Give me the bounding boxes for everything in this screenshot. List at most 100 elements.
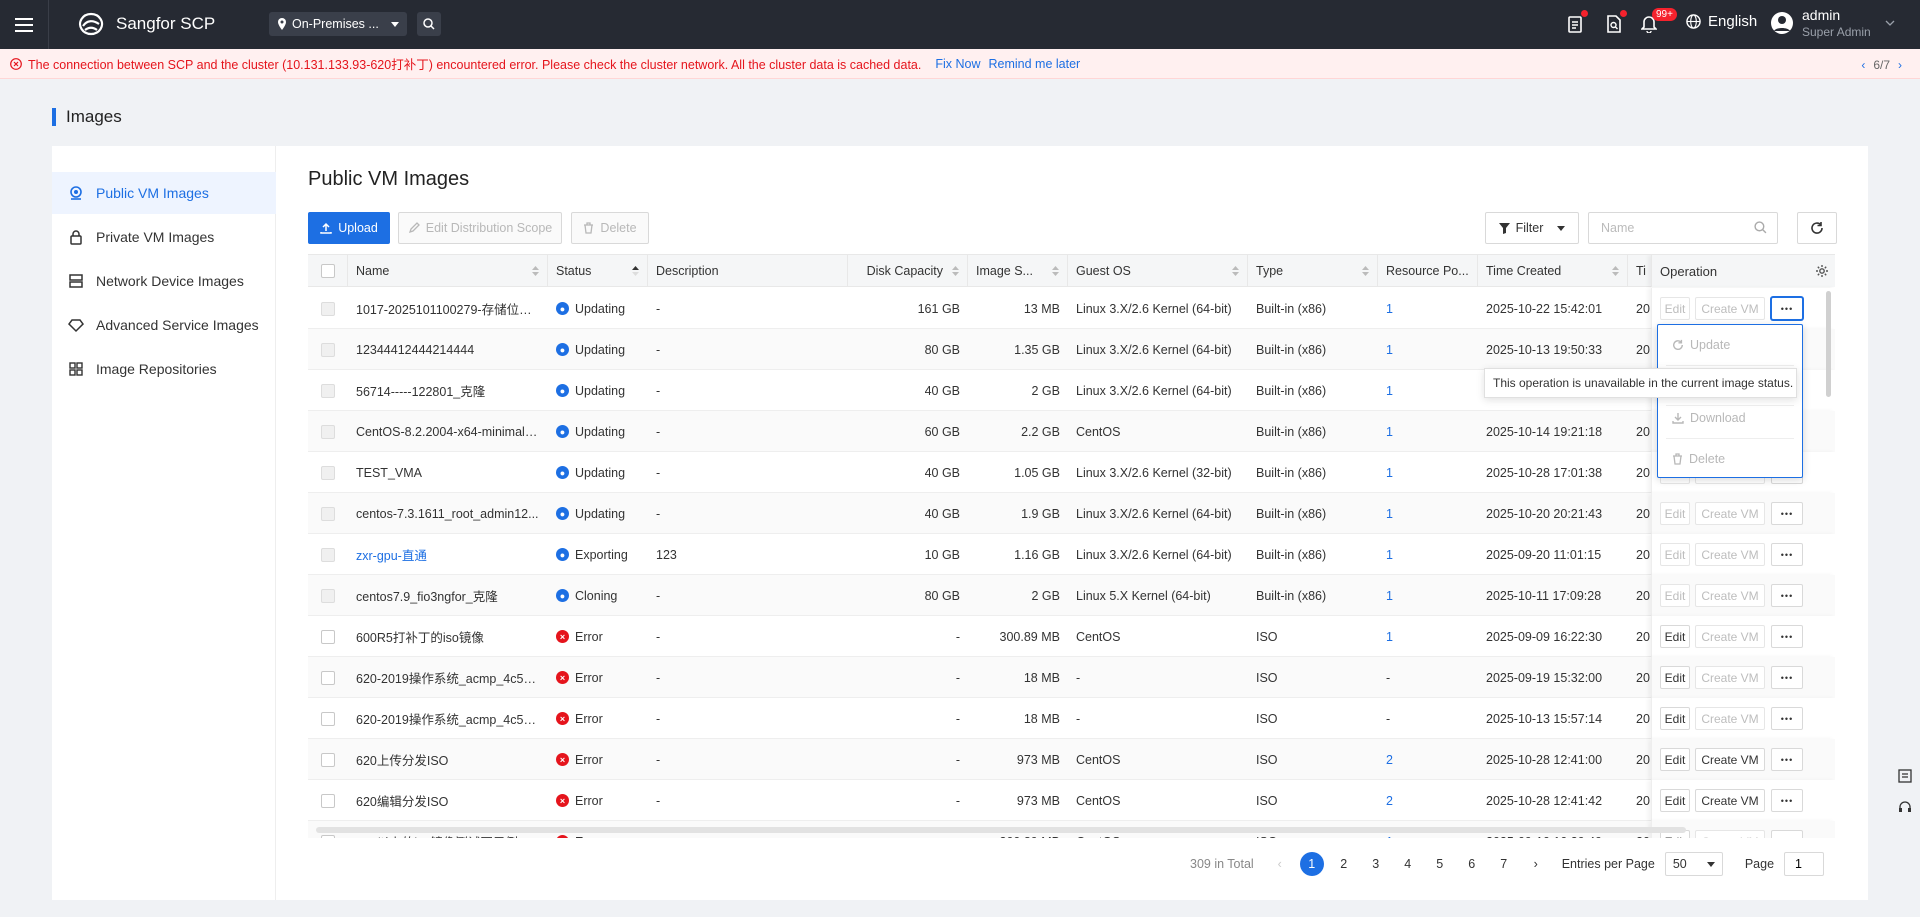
column-settings-gear-icon[interactable]	[1815, 264, 1829, 278]
column-header-time-created[interactable]: Time Created	[1478, 255, 1628, 287]
resource-pool-link[interactable]: 1	[1386, 384, 1393, 398]
language-selector[interactable]: English	[1686, 13, 1757, 30]
row-checkbox[interactable]	[321, 588, 335, 603]
name-search-input[interactable]	[1588, 212, 1778, 244]
edit-button[interactable]: Edit	[1660, 297, 1690, 320]
table-row[interactable]: TEST_VMA ● Updating - 40 GB 1.05 GB Linux 3.X/…	[308, 452, 1835, 493]
row-checkbox[interactable]	[321, 342, 335, 357]
create-vm-button[interactable]: Create VM	[1695, 502, 1765, 525]
table-row[interactable]: 600R5打补丁的iso镜像 × Error - - 300.89 MB CentOS ISO…	[308, 616, 1835, 657]
edit-distribution-scope-button[interactable]: Edit Distribution Scope	[398, 212, 562, 244]
table-row[interactable]: 620-2019操作系统_acmp_4c51... × Error - - 18 MB - I…	[308, 657, 1835, 698]
table-row[interactable]: 620上传分发ISO × Error - - 973 MB CentOS ISO 2 2025-1…	[308, 739, 1835, 780]
create-vm-button[interactable]: Create VM	[1695, 666, 1765, 689]
prev-page-icon[interactable]: ‹	[1268, 852, 1292, 876]
resource-pool-link[interactable]: 1	[1386, 302, 1393, 316]
more-actions-button[interactable]: •••	[1771, 543, 1803, 566]
upload-button[interactable]: Upload	[308, 212, 390, 244]
column-header-name[interactable]: Name	[348, 255, 548, 287]
resource-pool-link[interactable]: 1	[1386, 466, 1393, 480]
create-vm-button[interactable]: Create VM	[1695, 748, 1765, 771]
user-menu[interactable]: admin Super Admin	[1770, 6, 1895, 40]
page-jump-input[interactable]	[1784, 852, 1825, 876]
resource-pool-link[interactable]: 2	[1386, 753, 1393, 767]
row-checkbox[interactable]	[321, 301, 335, 316]
task-list-button[interactable]	[1564, 10, 1588, 35]
more-actions-button[interactable]: •••	[1771, 666, 1803, 689]
resource-pool-link[interactable]: 1	[1386, 425, 1393, 439]
table-row[interactable]: 620编辑分发ISO × Error - - 973 MB CentOS ISO 2 2025-1…	[308, 780, 1835, 821]
resource-pool-link[interactable]: 1	[1386, 589, 1393, 603]
resource-pool-link[interactable]: 1	[1386, 548, 1393, 562]
page-5[interactable]: 5	[1428, 852, 1452, 876]
more-actions-button[interactable]: •••	[1771, 789, 1803, 812]
column-header-image-size[interactable]: Image S...	[968, 255, 1068, 287]
sidebar-item-image-repositories[interactable]: Image Repositories	[52, 348, 276, 390]
refresh-button[interactable]	[1797, 212, 1837, 244]
notifications-button[interactable]: 99+	[1638, 8, 1677, 35]
edit-button[interactable]: Edit	[1660, 502, 1690, 525]
horizontal-scrollbar[interactable]	[316, 827, 1686, 833]
next-page-icon[interactable]: ›	[1524, 852, 1548, 876]
hamburger-menu-icon[interactable]	[0, 0, 49, 49]
row-checkbox[interactable]	[321, 465, 335, 480]
table-row[interactable]: CentOS-8.2.2004-x64-minimal_... ● Updating…	[308, 411, 1835, 452]
page-2[interactable]: 2	[1332, 852, 1356, 876]
row-checkbox[interactable]	[321, 383, 335, 398]
resource-pool-link[interactable]: 2	[1386, 794, 1393, 808]
row-checkbox[interactable]	[321, 506, 335, 521]
fix-now-link[interactable]: Fix Now	[935, 57, 980, 71]
create-vm-button[interactable]: Create VM	[1695, 543, 1765, 566]
resource-pool-link[interactable]: 1	[1386, 835, 1393, 839]
banner-prev-icon[interactable]: ‹	[1861, 58, 1865, 72]
delete-button[interactable]: Delete	[571, 212, 649, 244]
sidebar-item-public-vm-images[interactable]: Public VM Images	[52, 172, 276, 214]
more-actions-button[interactable]: •••	[1771, 830, 1803, 838]
row-checkbox[interactable]	[321, 752, 335, 767]
sidebar-item-network-device-images[interactable]: Network Device Images	[52, 260, 276, 302]
row-checkbox[interactable]	[321, 670, 335, 685]
more-actions-button[interactable]: •••	[1771, 625, 1803, 648]
entries-per-page-select[interactable]: 50	[1664, 852, 1723, 876]
filter-button[interactable]: Filter	[1485, 212, 1579, 244]
page-7[interactable]: 7	[1492, 852, 1516, 876]
column-header-status[interactable]: Status	[548, 255, 648, 287]
row-checkbox[interactable]	[321, 629, 335, 644]
page-6[interactable]: 6	[1460, 852, 1484, 876]
page-4[interactable]: 4	[1396, 852, 1420, 876]
more-actions-button[interactable]: •••	[1771, 584, 1803, 607]
sidebar-item-private-vm-images[interactable]: Private VM Images	[52, 216, 276, 258]
select-all-checkbox[interactable]	[320, 264, 335, 278]
row-checkbox[interactable]	[321, 711, 335, 726]
delete-menu-item[interactable]: Delete	[1666, 439, 1794, 479]
create-vm-button[interactable]: Create VM	[1695, 584, 1765, 607]
download-menu-item[interactable]: Download	[1666, 398, 1794, 438]
global-search-button[interactable]	[417, 12, 441, 36]
column-header-guest-os[interactable]: Guest OS	[1068, 255, 1248, 287]
edit-button[interactable]: Edit	[1660, 789, 1690, 812]
column-header-type[interactable]: Type	[1248, 255, 1378, 287]
row-checkbox[interactable]	[321, 834, 335, 838]
page-1[interactable]: 1	[1299, 852, 1324, 876]
edit-button[interactable]: Edit	[1660, 707, 1690, 730]
resource-pool-link[interactable]: 1	[1386, 630, 1393, 644]
banner-next-icon[interactable]: ›	[1898, 58, 1902, 72]
row-checkbox[interactable]	[321, 547, 335, 562]
create-vm-button[interactable]: Create VM	[1695, 707, 1765, 730]
page-3[interactable]: 3	[1364, 852, 1388, 876]
create-vm-button[interactable]: Create VM	[1695, 297, 1765, 320]
more-actions-button[interactable]: •••	[1771, 707, 1803, 730]
table-row[interactable]: centos-7.3.1611_root_admin12... ● Updating…	[308, 493, 1835, 534]
edit-button[interactable]: Edit	[1660, 625, 1690, 648]
document-list-icon[interactable]	[1894, 765, 1916, 787]
more-actions-button[interactable]: •••	[1771, 502, 1803, 525]
edit-button[interactable]: Edit	[1660, 584, 1690, 607]
resource-pool-link[interactable]: 1	[1386, 343, 1393, 357]
customer-support-icon[interactable]	[1894, 797, 1916, 819]
table-row[interactable]: 12344412444214444 ● Updating - 80 GB 1.35 GB L…	[308, 329, 1835, 370]
edit-button[interactable]: Edit	[1660, 666, 1690, 689]
more-actions-button[interactable]: •••	[1771, 748, 1803, 771]
resource-pool-link[interactable]: 1	[1386, 507, 1393, 521]
app-logo[interactable]: Sangfor SCP	[76, 12, 215, 36]
table-row[interactable]: zxr-gpu-直通 ● Exporting 123 10 GB 1.16 GB Linux…	[308, 534, 1835, 575]
